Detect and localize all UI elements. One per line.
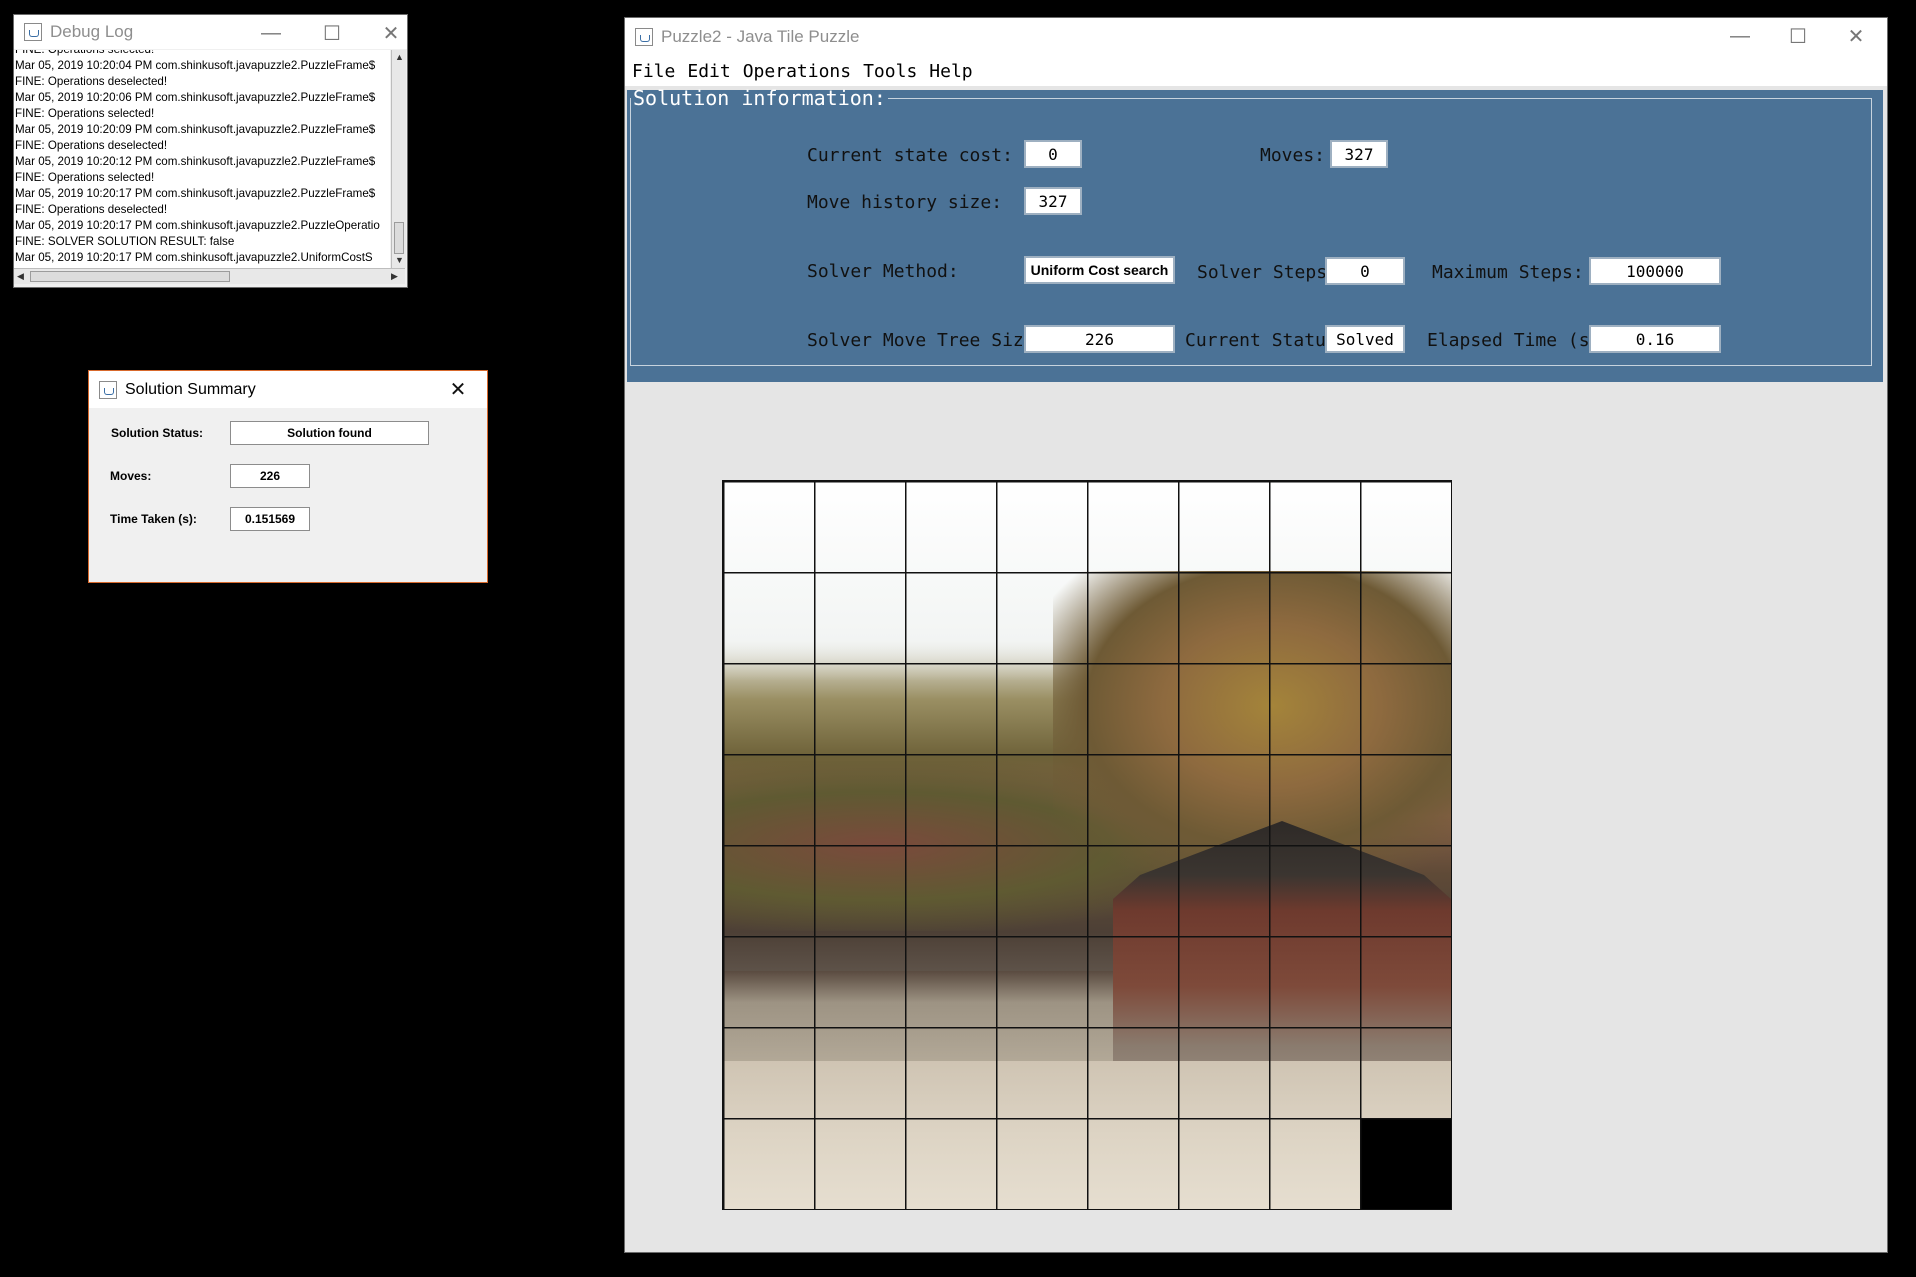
log-line: Mar 05, 2019 10:20:17 PM com.shinkusoft.… — [15, 219, 380, 232]
log-line: FINE: SOLVER SOLUTION RESULT: false — [15, 235, 235, 248]
time-taken-label: Time Taken (s): — [110, 512, 197, 526]
menu-bar: File Edit Operations Tools Help — [625, 56, 1887, 86]
log-line: FINE: Operations selected! — [15, 171, 155, 184]
maximize-icon[interactable]: ☐ — [1769, 18, 1827, 54]
java-icon — [635, 28, 653, 46]
solution-summary-window: Solution Summary ✕ Solution Status: Solu… — [89, 371, 487, 582]
solution-information-panel: Solution information: Current state cost… — [627, 86, 1883, 382]
current-status-field: Solved — [1325, 325, 1405, 353]
solver-steps-label: Solver Steps: — [1197, 262, 1338, 283]
maximize-icon[interactable]: ☐ — [303, 15, 361, 51]
maximum-steps-label: Maximum Steps: — [1432, 262, 1584, 283]
moves-field: 226 — [230, 464, 310, 488]
elapsed-time-field: 0.16 — [1589, 325, 1721, 353]
tile-grid[interactable] — [723, 481, 1451, 1209]
menu-tools[interactable]: Tools — [863, 61, 917, 82]
vertical-scrollbar[interactable]: ▲ ▼ — [391, 50, 406, 268]
log-line: Mar 05, 2019 10:20:09 PM com.shinkusoft.… — [15, 123, 376, 136]
minimize-icon[interactable]: — — [1711, 18, 1769, 54]
solver-move-tree-size-label: Solver Move Tree Size: — [807, 330, 1046, 351]
scroll-thumb[interactable] — [394, 222, 404, 254]
solution-information-fieldset: Solution information: — [630, 86, 1872, 366]
menu-edit[interactable]: Edit — [687, 61, 730, 82]
solution-status-field: Solution found — [230, 421, 429, 445]
solver-move-tree-size-field: 226 — [1024, 325, 1175, 353]
log-line: Mar 05, 2019 10:20:04 PM com.shinkusoft.… — [15, 59, 376, 72]
current-state-cost-field: 0 — [1024, 140, 1082, 168]
moves-label: Moves: — [1260, 145, 1326, 166]
debug-log-window: Debug Log — ☐ ✕ FINE: Operations selecte… — [14, 15, 407, 287]
log-line: FINE: Operations selected! — [14, 50, 390, 58]
horizontal-scroll-thumb[interactable] — [30, 271, 230, 282]
move-history-size-field: 327 — [1024, 187, 1082, 215]
moves-label: Moves: — [110, 469, 152, 483]
scroll-right-icon[interactable]: ▶ — [391, 270, 398, 282]
menu-help[interactable]: Help — [929, 61, 972, 82]
current-status-label: Current Status: — [1185, 330, 1348, 351]
current-state-cost-label: Current state cost: — [807, 145, 1013, 166]
scroll-up-icon[interactable]: ▲ — [395, 51, 404, 63]
solution-information-legend: Solution information: — [633, 86, 886, 110]
log-line: Mar 05, 2019 10:20:12 PM com.shinkusoft.… — [15, 155, 376, 168]
solution-summary-title: Solution Summary — [125, 380, 256, 398]
puzzle-window-title: Puzzle2 - Java Tile Puzzle — [661, 27, 860, 46]
time-taken-field: 0.151569 — [230, 507, 310, 531]
solution-status-label: Solution Status: — [111, 426, 203, 440]
solver-steps-field[interactable]: 0 — [1325, 257, 1405, 285]
menu-file[interactable]: File — [632, 61, 675, 82]
log-line: Mar 05, 2019 10:20:06 PM com.shinkusoft.… — [15, 91, 376, 104]
maximum-steps-field[interactable]: 100000 — [1589, 257, 1721, 285]
close-icon[interactable]: ✕ — [429, 371, 487, 407]
debug-log-title: Debug Log — [50, 22, 134, 41]
close-icon[interactable]: ✕ — [362, 15, 420, 51]
minimize-icon[interactable]: — — [242, 15, 300, 51]
log-line: FINE: Operations selected! — [15, 107, 155, 120]
close-icon[interactable]: ✕ — [1827, 18, 1885, 54]
horizontal-scrollbar[interactable]: ◀ ▶ — [14, 268, 405, 284]
elapsed-time-label: Elapsed Time (s): — [1427, 330, 1612, 351]
moves-field: 327 — [1330, 140, 1388, 168]
debug-log-titlebar[interactable]: Debug Log — ☐ ✕ — [14, 15, 407, 49]
puzzle-board[interactable] — [722, 480, 1452, 1210]
log-text-area[interactable]: FINE: Operations selected!Mar 05, 2019 1… — [14, 50, 390, 283]
solver-method-button[interactable]: Uniform Cost search — [1024, 256, 1175, 284]
log-line: Mar 05, 2019 10:20:17 PM com.shinkusoft.… — [15, 187, 376, 200]
move-history-size-label: Move history size: — [807, 192, 1003, 213]
log-line: FINE: Operations deselected! — [15, 139, 168, 152]
solver-method-label: Solver Method: — [807, 261, 959, 282]
menu-operations[interactable]: Operations — [743, 61, 851, 82]
log-line: FINE: Operations deselected! — [15, 203, 168, 216]
puzzle-titlebar[interactable]: Puzzle2 - Java Tile Puzzle — ☐ ✕ — [625, 18, 1887, 56]
scroll-left-icon[interactable]: ◀ — [17, 270, 24, 282]
solution-summary-titlebar[interactable]: Solution Summary ✕ — [89, 371, 487, 408]
log-line: Mar 05, 2019 10:20:17 PM com.shinkusoft.… — [15, 251, 373, 264]
scroll-down-icon[interactable]: ▼ — [395, 254, 404, 266]
java-icon — [24, 23, 42, 41]
puzzle-main-window: Puzzle2 - Java Tile Puzzle — ☐ ✕ File Ed… — [625, 18, 1887, 1252]
java-icon — [99, 380, 117, 399]
log-line: FINE: Operations deselected! — [15, 75, 168, 88]
